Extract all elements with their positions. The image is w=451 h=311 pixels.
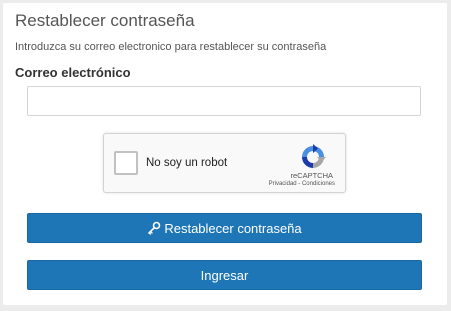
recaptcha-label: No soy un robot [146, 157, 228, 169]
reset-password-button-label: Restablecer contraseña [164, 220, 302, 236]
email-label: Correo electrónico [15, 65, 131, 80]
reset-password-card: Restablecer contraseña Introduzca su cor… [3, 3, 447, 305]
login-button[interactable]: Ingresar [27, 260, 422, 290]
recaptcha-logo-icon [302, 144, 326, 168]
page-title: Restablecer contraseña [15, 11, 195, 30]
reset-password-button[interactable]: Restablecer contraseña [27, 213, 422, 243]
recaptcha-checkbox[interactable] [114, 151, 138, 175]
key-icon [148, 221, 161, 235]
email-field[interactable] [27, 86, 421, 116]
recaptcha-brand: reCAPTCHA [290, 171, 333, 180]
instructions-text: Introduzca su correo electronico para re… [15, 41, 327, 53]
recaptcha-privacy-terms[interactable]: Privacidad - Condiciones [269, 181, 335, 187]
recaptcha-widget: No soy un robot reCAPTCHA Privacidad - C… [103, 133, 346, 193]
login-button-label: Ingresar [200, 267, 249, 283]
